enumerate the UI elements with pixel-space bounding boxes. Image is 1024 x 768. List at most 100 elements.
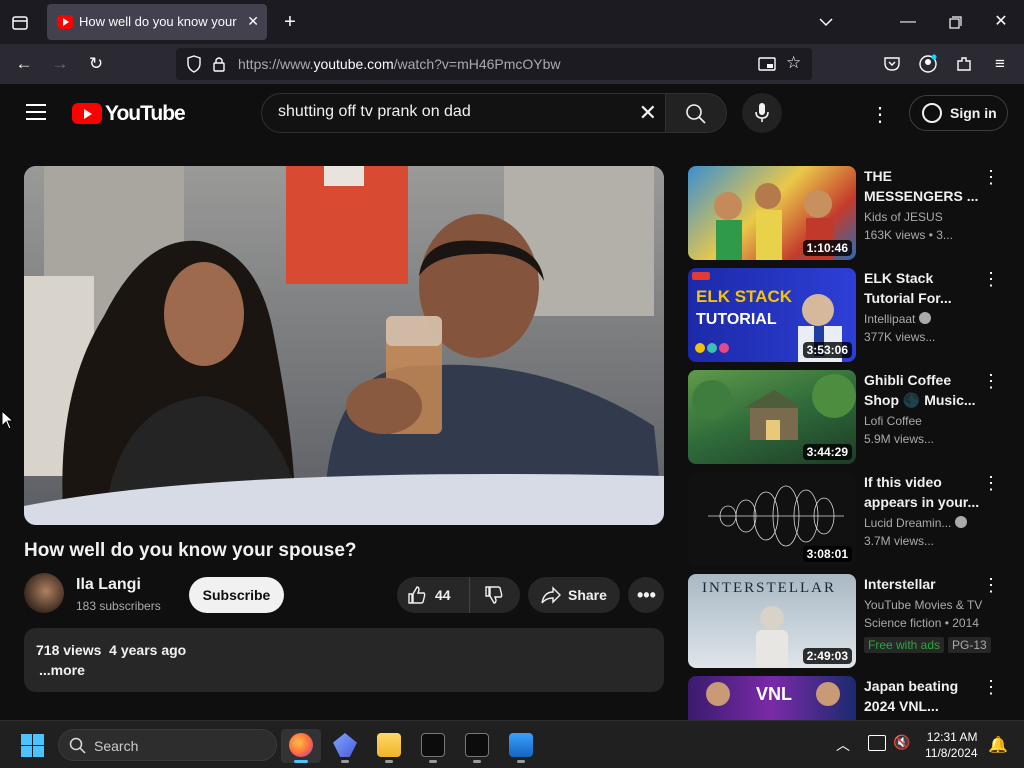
tab-close-icon[interactable]: ✕ (247, 13, 259, 30)
sign-in-label: Sign in (950, 105, 997, 121)
recommendation-item[interactable]: 3:44:29 Ghibli Coffee Shop 🌑 Music... Lo… (688, 370, 1008, 464)
extensions-icon[interactable] (954, 54, 974, 74)
browser-tab-bar: How well do you know your spouse? ✕ + — … (0, 0, 1024, 44)
settings-more-icon[interactable]: ⋮ (870, 102, 890, 126)
recommendation-channel[interactable]: Lofi Coffee (864, 414, 984, 428)
terminal-taskbar-app[interactable] (413, 729, 453, 763)
recommendation-item[interactable]: VNL Japan beating 2024 VNL... ⋮ (688, 676, 1008, 720)
app-taskbar-item-2[interactable] (501, 729, 541, 763)
dislike-button[interactable] (469, 577, 520, 613)
terminal-taskbar-app-2[interactable] (457, 729, 497, 763)
voice-search-button[interactable] (742, 93, 782, 133)
more-vertical-icon[interactable]: ⋮ (982, 270, 1000, 288)
more-vertical-icon[interactable]: ⋮ (982, 474, 1000, 492)
recommendation-channel[interactable]: YouTube Movies & TV (864, 598, 984, 612)
subscribe-button[interactable]: Subscribe (189, 577, 284, 613)
taskbar: Search ︿ 🔇 12:31 AM 11/8/2024 🔔 (0, 720, 1024, 768)
description-box[interactable]: 718 views 4 years ago ...more (24, 628, 664, 692)
video-thumbnail[interactable]: ELK STACK TUTORIAL 3:53:06 (688, 268, 856, 362)
recommendation-item[interactable]: ELK STACK TUTORIAL 3:53:06 ELK Stack Tuto… (688, 268, 1008, 362)
youtube-header: YouTube ✕ ⋮ Sign in (0, 84, 1024, 144)
more-vertical-icon[interactable]: ⋮ (982, 576, 1000, 594)
url-bar[interactable]: https://www.youtube.com/watch?v=mH46PmcO… (176, 48, 812, 80)
network-icon[interactable] (868, 735, 886, 751)
picture-in-picture-icon[interactable] (758, 55, 776, 73)
recommendation-item[interactable]: INTERSTELLAR 2:49:03 Interstellar YouTub… (688, 574, 1008, 668)
recommendation-title[interactable]: Interstellar (864, 574, 980, 594)
recommendation-meta: 377K views... (864, 330, 936, 344)
sign-in-button[interactable]: Sign in (909, 95, 1008, 131)
video-thumbnail[interactable]: INTERSTELLAR 2:49:03 (688, 574, 856, 668)
recommendation-channel[interactable]: Kids of JESUS (864, 210, 984, 224)
forward-icon[interactable]: → (50, 54, 70, 74)
video-frame-image (24, 166, 664, 525)
video-meta: 718 views 4 years ago (36, 642, 187, 658)
close-window-icon[interactable]: ✕ (991, 12, 1011, 32)
youtube-play-icon (72, 103, 102, 124)
video-duration: 3:44:29 (802, 444, 852, 460)
firefox-icon (289, 733, 313, 757)
more-horizontal-icon: ••• (637, 585, 656, 605)
recommendation-channel[interactable]: Intellipaat (864, 312, 984, 326)
video-thumbnail[interactable]: 3:44:29 (688, 370, 856, 464)
hamburger-menu-icon[interactable] (26, 104, 46, 120)
taskbar-clock[interactable]: 12:31 AM 11/8/2024 (925, 729, 978, 761)
recommendation-title[interactable]: Japan beating 2024 VNL... (864, 676, 980, 716)
pocket-icon[interactable] (882, 54, 902, 74)
menu-icon[interactable]: ≡ (990, 54, 1010, 74)
tab-list-icon[interactable] (10, 12, 30, 32)
svg-text:ELK STACK: ELK STACK (696, 287, 793, 306)
volume-muted-icon[interactable]: 🔇 (893, 734, 910, 751)
mouse-cursor-icon (1, 410, 15, 430)
image-app-icon (509, 733, 533, 757)
video-thumbnail[interactable]: 1:10:46 (688, 166, 856, 260)
recommendation-channel[interactable]: Lucid Dreamin... (864, 516, 984, 530)
folder-icon (377, 733, 401, 757)
recommendation-title[interactable]: ELK Stack Tutorial For... (864, 268, 980, 308)
recommendation-meta: Science fiction • 2014 (864, 616, 979, 630)
new-tab-icon[interactable]: + (280, 12, 300, 32)
account-icon[interactable] (918, 54, 938, 74)
recommendation-item[interactable]: 1:10:46 THE MESSENGERS ... Kids of JESUS… (688, 166, 1008, 260)
tab-title: How well do you know your spouse? (79, 14, 239, 29)
more-vertical-icon[interactable]: ⋮ (982, 678, 1000, 696)
taskbar-search[interactable]: Search (58, 729, 277, 761)
app-taskbar-item[interactable] (325, 729, 365, 763)
recommendation-title[interactable]: Ghibli Coffee Shop 🌑 Music... (864, 370, 980, 410)
verified-icon (955, 516, 968, 528)
like-button[interactable]: 44 (397, 577, 469, 613)
shield-icon[interactable] (186, 54, 202, 74)
minimize-icon[interactable]: — (898, 12, 918, 32)
recommendation-title[interactable]: If this video appears in your... (864, 472, 980, 512)
show-more-link[interactable]: ...more (39, 662, 85, 678)
video-thumbnail[interactable]: 3:08:01 (688, 472, 856, 566)
video-player[interactable] (24, 166, 664, 525)
more-vertical-icon[interactable]: ⋮ (982, 372, 1000, 390)
notification-bell-icon[interactable]: 🔔 (988, 735, 1008, 755)
back-icon[interactable]: ← (14, 54, 34, 74)
share-button[interactable]: Share (528, 577, 620, 613)
file-explorer-taskbar-app[interactable] (369, 729, 409, 763)
bookmark-star-icon[interactable]: ☆ (786, 53, 801, 73)
more-vertical-icon[interactable]: ⋮ (982, 168, 1000, 186)
recommendation-meta: 5.9M views... (864, 432, 935, 446)
browser-tab[interactable]: How well do you know your spouse? ✕ (47, 4, 267, 40)
firefox-taskbar-app[interactable] (281, 729, 321, 763)
reload-icon[interactable]: ↻ (86, 54, 106, 74)
search-button[interactable] (665, 93, 727, 133)
clear-search-icon[interactable]: ✕ (639, 100, 657, 126)
search-input[interactable] (278, 103, 628, 121)
share-icon (541, 586, 561, 604)
restore-icon[interactable] (945, 12, 965, 32)
windows-start-icon[interactable] (21, 734, 44, 757)
chevron-down-icon[interactable] (816, 12, 836, 32)
recommendation-title[interactable]: THE MESSENGERS ... (864, 166, 980, 206)
chevron-up-icon[interactable]: ︿ (836, 735, 850, 755)
lock-icon[interactable] (212, 55, 226, 73)
video-thumbnail[interactable]: VNL (688, 676, 856, 720)
channel-name[interactable]: Ila Langi (76, 576, 141, 594)
channel-avatar[interactable] (24, 573, 64, 613)
recommendation-item[interactable]: 3:08:01 If this video appears in your...… (688, 472, 1008, 566)
recommendation-meta: 3.7M views... (864, 534, 935, 548)
more-actions-button[interactable]: ••• (628, 577, 664, 613)
